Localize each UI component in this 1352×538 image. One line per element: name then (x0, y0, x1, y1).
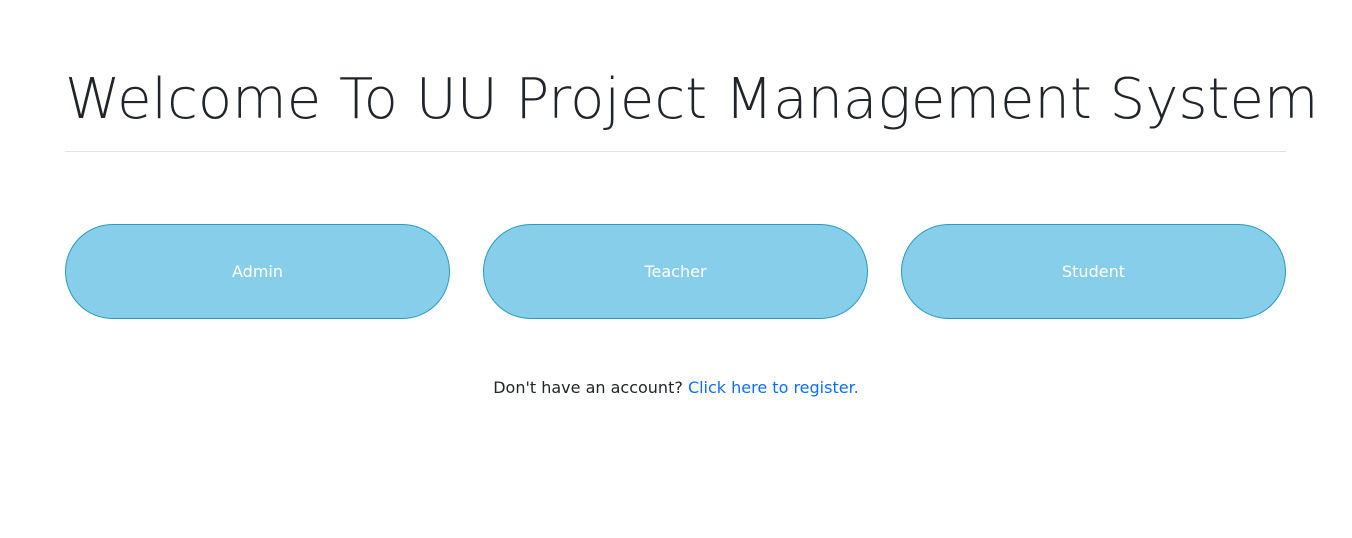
student-button[interactable]: Student (901, 224, 1286, 319)
register-prompt-line: Don't have an account? Click here to reg… (0, 376, 1352, 400)
register-link[interactable]: Click here to register. (688, 378, 859, 397)
teacher-button[interactable]: Teacher (483, 224, 868, 319)
title-divider (65, 151, 1286, 152)
login-page: Welcome To UU Project Management System … (0, 0, 1352, 538)
admin-button[interactable]: Admin (65, 224, 450, 319)
page-title: Welcome To UU Project Management System (65, 67, 1319, 132)
register-prompt-text: Don't have an account? (493, 378, 683, 397)
